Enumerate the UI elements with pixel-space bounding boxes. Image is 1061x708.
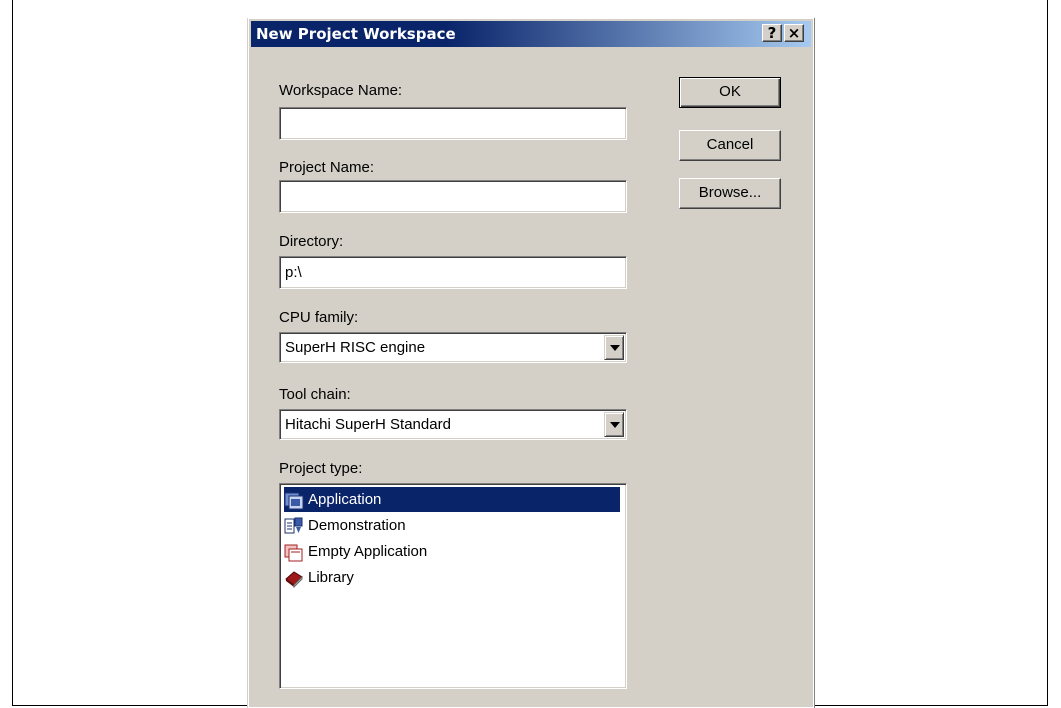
- help-button[interactable]: ?: [762, 24, 782, 42]
- list-item-label: Empty Application: [308, 543, 428, 560]
- title-bar[interactable]: New Project Workspace ? ×: [251, 21, 811, 47]
- list-item-application[interactable]: Application: [284, 487, 620, 512]
- dialog-title: New Project Workspace: [256, 25, 456, 43]
- library-icon: [284, 568, 304, 588]
- tool-chain-label: Tool chain:: [279, 386, 351, 403]
- ok-button[interactable]: OK: [679, 77, 781, 108]
- application-icon: [284, 490, 304, 510]
- cpu-family-value: SuperH RISC engine: [285, 339, 426, 356]
- list-item-library[interactable]: Library: [284, 565, 356, 590]
- tool-chain-value: Hitachi SuperH Standard: [285, 416, 451, 433]
- demonstration-icon: [284, 516, 304, 536]
- close-button[interactable]: ×: [784, 24, 804, 42]
- directory-label: Directory:: [279, 233, 344, 250]
- list-item-demonstration[interactable]: Demonstration: [284, 513, 408, 538]
- project-type-list[interactable]: Application Demonstration Empty Applicat…: [279, 483, 627, 689]
- workspace-name-input[interactable]: [279, 107, 627, 140]
- workspace-name-label: Workspace Name:: [279, 82, 403, 99]
- browse-button[interactable]: Browse...: [679, 178, 781, 209]
- cpu-family-label: CPU family:: [279, 309, 359, 326]
- chevron-down-icon[interactable]: [604, 335, 624, 360]
- project-name-label: Project Name:: [279, 159, 375, 176]
- chevron-down-icon[interactable]: [604, 412, 624, 437]
- directory-input[interactable]: p:\: [279, 256, 627, 289]
- project-name-input[interactable]: [279, 180, 627, 213]
- list-item-label: Application: [306, 489, 384, 510]
- list-item-label: Library: [308, 569, 354, 586]
- empty-application-icon: [284, 542, 304, 562]
- list-item-label: Demonstration: [308, 517, 406, 534]
- cancel-button[interactable]: Cancel: [679, 130, 781, 161]
- list-item-empty-application[interactable]: Empty Application: [284, 539, 429, 564]
- project-type-label: Project type:: [279, 460, 363, 477]
- cpu-family-select[interactable]: SuperH RISC engine: [279, 332, 627, 363]
- new-project-workspace-dialog: New Project Workspace ? × Workspace Name…: [248, 18, 814, 708]
- tool-chain-select[interactable]: Hitachi SuperH Standard: [279, 409, 627, 440]
